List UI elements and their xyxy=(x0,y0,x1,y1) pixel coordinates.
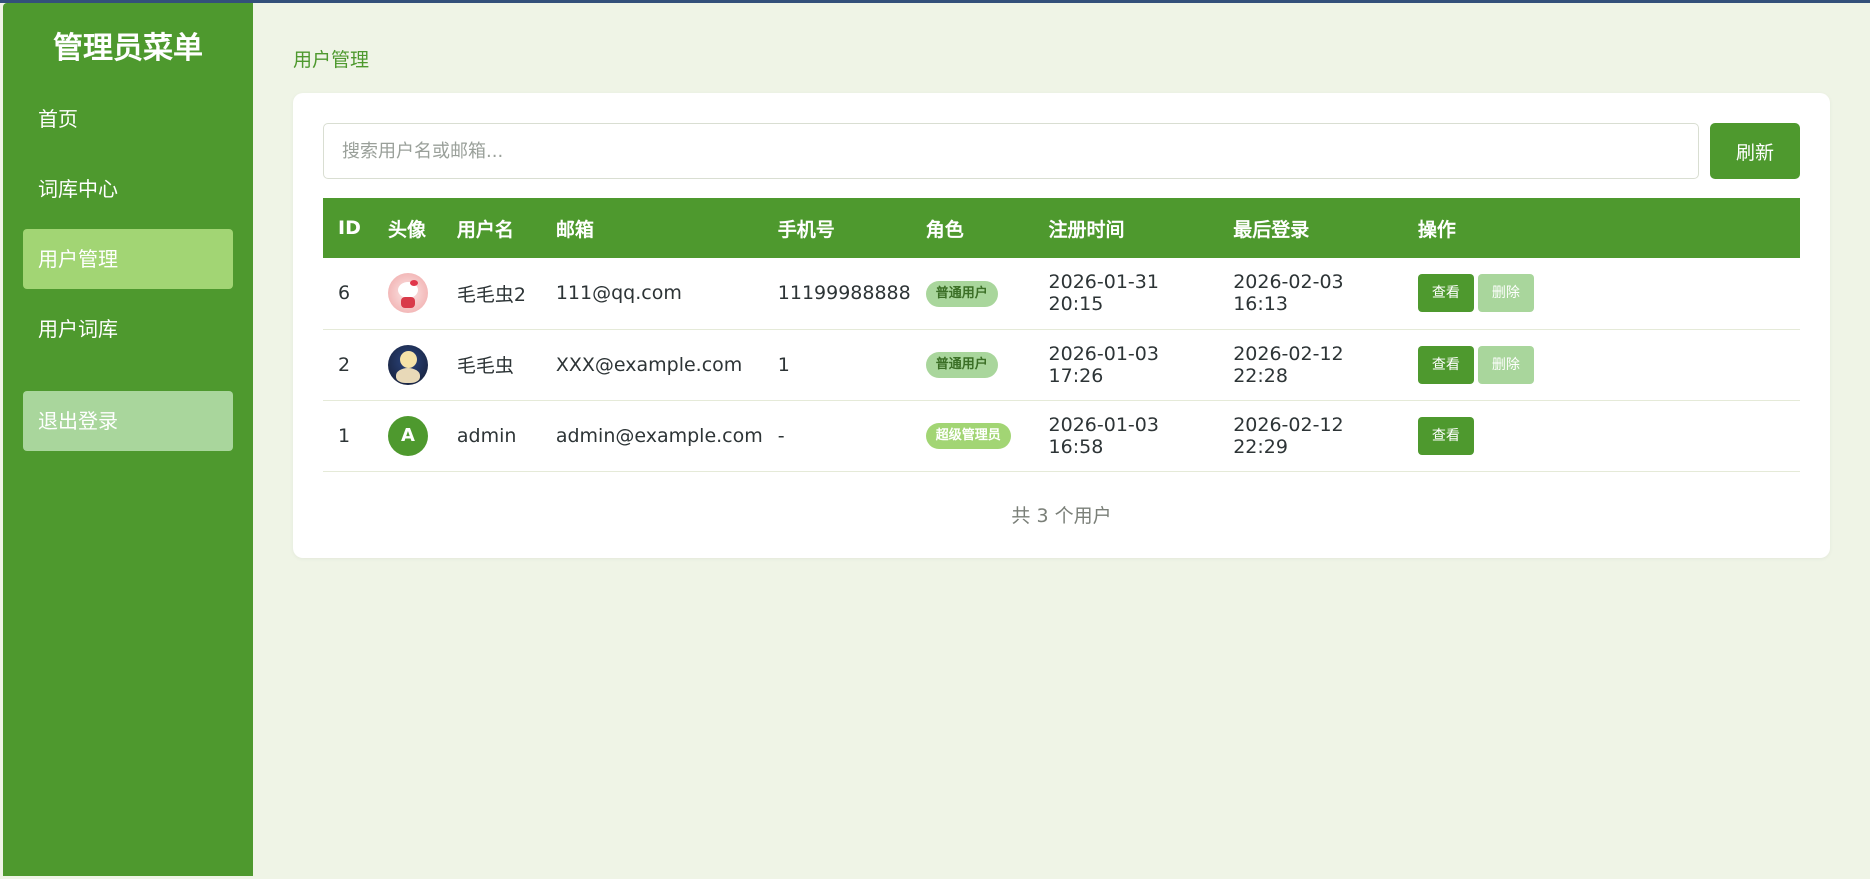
email: admin@example.com xyxy=(555,424,763,447)
search-row: 刷新 xyxy=(323,123,1800,179)
table-row: 6 毛毛虫2 111@qq.com 11199988888 普通用户 2026-… xyxy=(323,258,1800,329)
refresh-button[interactable]: 刷新 xyxy=(1710,123,1800,179)
table-row: 2 毛毛虫 XXX@example.com 1 普通用户 2026-01-03 … xyxy=(323,329,1800,400)
letter-avatar: A xyxy=(387,415,428,456)
main-content: 用户管理 刷新 ID 头像 用户名 邮箱 手机号 角色 注册时间 xyxy=(253,3,1870,879)
sidebar-item-vocab-center[interactable]: 词库中心 xyxy=(23,159,233,219)
user-id: 1 xyxy=(338,424,351,447)
breadcrumb[interactable]: 用户管理 xyxy=(293,45,369,72)
sidebar: 管理员菜单 首页 词库中心 用户管理 用户词库 退出登录 xyxy=(3,3,253,876)
sidebar-item-user-management[interactable]: 用户管理 xyxy=(23,229,233,289)
table-header-row: ID 头像 用户名 邮箱 手机号 角色 注册时间 最后登录 操作 xyxy=(323,198,1800,258)
username: 毛毛虫2 xyxy=(456,283,526,306)
role-badge: 超级管理员 xyxy=(925,423,1011,449)
delete-button[interactable]: 删除 xyxy=(1477,345,1534,384)
user-table: ID 头像 用户名 邮箱 手机号 角色 注册时间 最后登录 操作 6 毛毛虫2 … xyxy=(323,198,1800,472)
user-table-card: 刷新 ID 头像 用户名 邮箱 手机号 角色 注册时间 最后登录 操作 xyxy=(293,93,1830,558)
sidebar-nav: 首页 词库中心 用户管理 用户词库 退出登录 xyxy=(3,89,253,451)
view-button[interactable]: 查看 xyxy=(1417,416,1474,455)
column-header-email: 邮箱 xyxy=(555,218,594,241)
column-header-registered: 注册时间 xyxy=(1048,218,1125,241)
registered-time: 2026-01-03 16:58 xyxy=(1048,413,1159,458)
view-button[interactable]: 查看 xyxy=(1417,274,1474,313)
hello-kitty-avatar xyxy=(387,273,428,314)
last-login-time: 2026-02-12 22:29 xyxy=(1233,413,1344,458)
view-button[interactable]: 查看 xyxy=(1417,345,1474,384)
last-login-time: 2026-02-03 16:13 xyxy=(1233,271,1344,316)
sidebar-item-home[interactable]: 首页 xyxy=(23,89,233,149)
column-header-id: ID xyxy=(338,217,361,239)
user-id: 6 xyxy=(338,282,351,305)
username: admin xyxy=(456,424,517,447)
email: XXX@example.com xyxy=(555,353,743,376)
role-badge: 普通用户 xyxy=(925,352,998,378)
registered-time: 2026-01-31 20:15 xyxy=(1048,271,1159,316)
logout-button[interactable]: 退出登录 xyxy=(23,391,233,451)
column-header-actions: 操作 xyxy=(1417,218,1456,241)
registered-time: 2026-01-03 17:26 xyxy=(1048,342,1159,387)
phone: - xyxy=(777,424,785,447)
last-login-time: 2026-02-12 22:28 xyxy=(1233,342,1344,387)
column-header-last-login: 最后登录 xyxy=(1233,218,1310,241)
table-row: 1 A admin admin@example.com - 超级管理员 2026… xyxy=(323,400,1800,471)
user-id: 2 xyxy=(338,353,351,376)
phone: 1 xyxy=(777,353,790,376)
delete-button[interactable]: 删除 xyxy=(1477,274,1534,313)
column-header-avatar: 头像 xyxy=(387,218,426,241)
role-badge: 普通用户 xyxy=(925,280,998,307)
sidebar-item-user-vocab[interactable]: 用户词库 xyxy=(23,299,233,359)
username: 毛毛虫 xyxy=(456,355,514,377)
search-input[interactable] xyxy=(323,123,1699,179)
column-header-username: 用户名 xyxy=(456,218,514,241)
email: 111@qq.com xyxy=(555,282,682,305)
moon-scene-avatar xyxy=(387,344,428,385)
sidebar-title: 管理员菜单 xyxy=(53,31,203,66)
phone: 11199988888 xyxy=(777,282,911,305)
total-count: 共 3 个用户 xyxy=(1011,505,1112,527)
column-header-role: 角色 xyxy=(925,218,964,241)
column-header-phone: 手机号 xyxy=(777,218,835,241)
